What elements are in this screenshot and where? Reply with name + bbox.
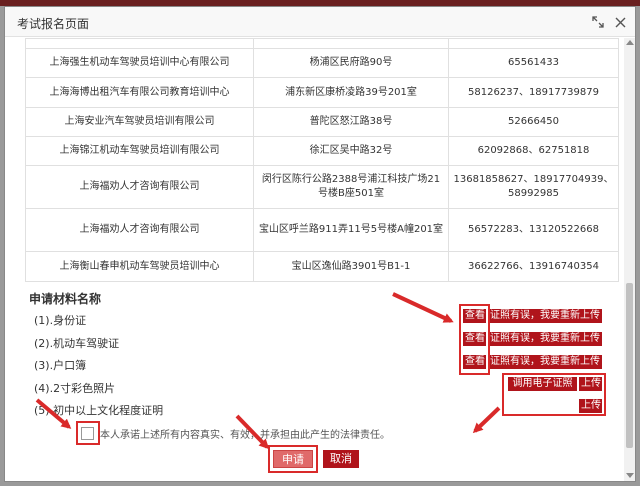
table-row: 上海强生机动车驾驶员培训中心有限公司 杨浦区民府路90号 65561433 <box>25 48 619 78</box>
reupload-button-driving-license[interactable]: 证照有误，我要重新上传 <box>488 332 602 346</box>
materials-title: 申请材料名称 <box>29 292 102 306</box>
dialog-title: 考试报名页面 <box>17 17 90 31</box>
reupload-button-household-register[interactable]: 证照有误，我要重新上传 <box>488 355 602 369</box>
school-address-cell: 普陀区怒江路38号 <box>253 107 449 137</box>
material-item-id-card: (1).身份证 <box>34 314 87 327</box>
school-phone-cell: 65561433 <box>448 48 619 78</box>
table-row: 上海锦江机动车驾驶员培训有限公司 徐汇区吴中路32号 62092868、627518… <box>25 136 619 166</box>
school-phone-cell: 13681858627、18917704939、58992985 <box>448 165 619 209</box>
school-address-cell: 宝山区逸仙路3901号B1-1 <box>253 251 449 282</box>
school-address-cell: 徐汇区吴中路32号 <box>253 136 449 166</box>
school-name-cell <box>25 38 254 49</box>
arrow-to-upload <box>472 406 501 434</box>
material-item-education-proof: (5).初中以上文化程度证明 <box>34 404 164 417</box>
school-address-cell: 浦东新区康桥凌路39号201室 <box>253 77 449 108</box>
table-row: 上海福劝人才咨询有限公司 宝山区呼兰路911弄11号5号楼A幢201室 565722… <box>25 208 619 252</box>
school-name-cell: 上海衡山春申机动车驾驶员培训中心 <box>25 251 254 282</box>
school-name-cell: 上海福劝人才咨询有限公司 <box>25 208 254 252</box>
school-table: 上海强生机动车驾驶员培训中心有限公司 杨浦区民府路90号 65561433 上海海博出… <box>25 38 619 282</box>
school-name-cell: 上海强生机动车驾驶员培训中心有限公司 <box>25 48 254 78</box>
school-address-cell: 杨浦区民府路90号 <box>253 48 449 78</box>
table-row <box>25 38 619 49</box>
reupload-button-id-card[interactable]: 证照有误，我要重新上传 <box>488 309 602 323</box>
pledge-text: 本人承诺上述所有内容真实、有效，并承担由此产生的法律责任。 <box>100 430 390 441</box>
school-phone-cell: 36622766、13916740354 <box>448 251 619 282</box>
school-name-cell: 上海安业汽车驾驶员培训有限公司 <box>25 107 254 137</box>
material-item-photo: (4).2寸彩色照片 <box>34 382 116 395</box>
vertical-scrollbar[interactable] <box>624 38 635 481</box>
annotation-box-view <box>459 304 490 375</box>
school-phone-cell: 58126237、18917739879 <box>448 77 619 108</box>
table-row: 上海衡山春申机动车驾驶员培训中心 宝山区逸仙路3901号B1-1 36622766、… <box>25 251 619 282</box>
school-phone-cell: 52666450 <box>448 107 619 137</box>
scroll-up-icon[interactable] <box>626 40 634 45</box>
annotation-box-upload <box>502 373 606 416</box>
school-address-cell: 宝山区呼兰路911弄11号5号楼A幢201室 <box>253 208 449 252</box>
arrow-to-view <box>392 292 454 323</box>
table-row: 上海福劝人才咨询有限公司 闵行区陈行公路2388号浦江科技广场21号楼B座501室… <box>25 165 619 209</box>
exam-registration-dialog: 考试报名页面 上海强生机动车驾驶员培训中心有限公司 杨浦区民府路90号 655614… <box>4 6 636 482</box>
scroll-down-icon[interactable] <box>626 473 634 478</box>
school-phone-cell <box>448 38 619 49</box>
school-phone-cell: 56572283、13120522668 <box>448 208 619 252</box>
material-item-household-register: (3).户口簿 <box>34 359 87 372</box>
pledge-checkbox[interactable] <box>81 427 94 440</box>
school-address-cell: 闵行区陈行公路2388号浦江科技广场21号楼B座501室 <box>253 165 449 209</box>
cancel-button[interactable]: 取消 <box>323 450 359 468</box>
dialog-content: 上海强生机动车驾驶员培训中心有限公司 杨浦区民府路90号 65561433 上海海博出… <box>5 38 625 481</box>
table-row: 上海海博出租汽车有限公司教育培训中心 浦东新区康桥凌路39号201室 5812623… <box>25 77 619 108</box>
table-row: 上海安业汽车驾驶员培训有限公司 普陀区怒江路38号 52666450 <box>25 107 619 137</box>
school-name-cell: 上海锦江机动车驾驶员培训有限公司 <box>25 136 254 166</box>
close-icon[interactable] <box>613 15 627 29</box>
school-name-cell: 上海海博出租汽车有限公司教育培训中心 <box>25 77 254 108</box>
material-item-driving-license: (2).机动车驾驶证 <box>34 337 120 350</box>
maximize-icon[interactable] <box>591 15 605 29</box>
school-name-cell: 上海福劝人才咨询有限公司 <box>25 165 254 209</box>
school-address-cell <box>253 38 449 49</box>
apply-button[interactable]: 申请 <box>273 450 313 468</box>
scrollbar-thumb[interactable] <box>626 283 633 448</box>
dialog-titlebar: 考试报名页面 <box>5 7 635 37</box>
school-phone-cell: 62092868、62751818 <box>448 136 619 166</box>
